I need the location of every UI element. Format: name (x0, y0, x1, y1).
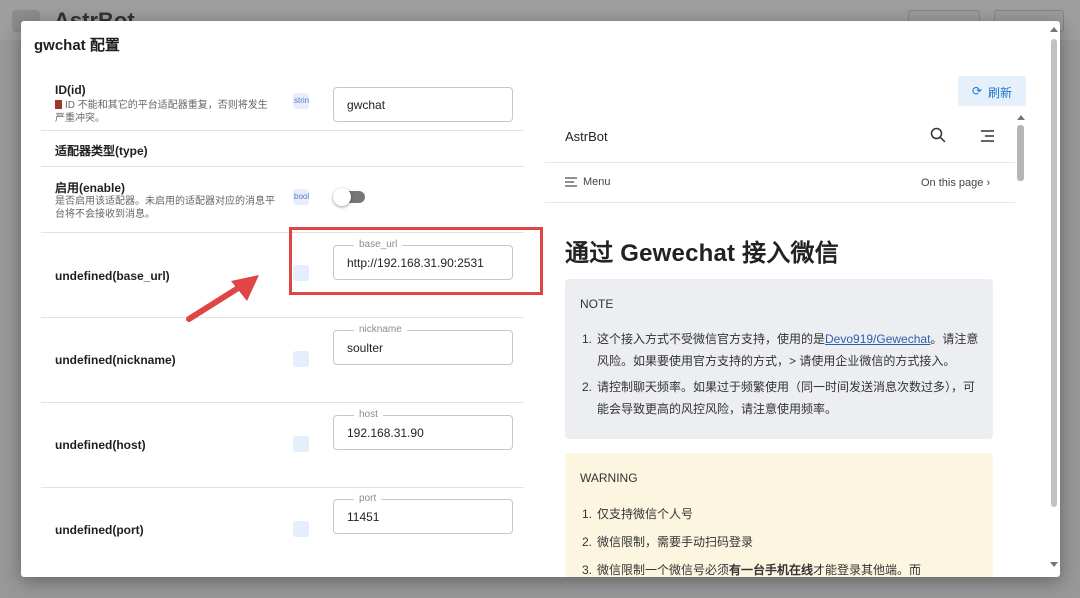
list-item: 1. 仅支持微信个人号 (582, 507, 694, 521)
enable-toggle[interactable] (333, 188, 365, 206)
field-label-enable: 启用(enable) (55, 181, 126, 195)
gewechat-link[interactable]: Devo919/Gewechat (825, 332, 930, 346)
warning-title: WARNING (580, 471, 638, 485)
doc-scrollbar-thumb[interactable] (1017, 125, 1024, 181)
warning-callout: WARNING 1. 仅支持微信个人号 2. 微信限制，需要手动扫码登录 3. 微信限… (565, 453, 993, 577)
refresh-button[interactable]: ⟳ 刷新 (958, 76, 1026, 106)
host-legend: host (354, 409, 383, 420)
field-label-host: undefined(host) (55, 438, 146, 452)
form-row-enable: 启用(enable) 是否启用该适配器。未启用的适配器对应的消息平台将不会接收到… (41, 167, 524, 233)
doc-brand[interactable]: AstrBot (565, 129, 608, 144)
type-chip (293, 521, 309, 537)
scroll-down-icon[interactable] (1050, 562, 1058, 567)
host-value: 192.168.31.90 (347, 426, 424, 440)
nickname-value: soulter (347, 341, 384, 355)
nickname-legend: nickname (354, 324, 407, 335)
form-row-nickname: undefined(nickname) nickname soulter (41, 318, 524, 403)
port-input[interactable]: port 11451 (333, 493, 513, 534)
host-input[interactable]: host 192.168.31.90 (333, 409, 513, 450)
note-callout: NOTE 1. 这个接入方式不受微信官方支持，使用的是Devo919/Gewech… (565, 279, 993, 439)
form-row-port: undefined(port) port 11451 (41, 488, 524, 577)
list-item: 2. 微信限制，需要手动扫码登录 (582, 535, 754, 549)
list-item: 1. 这个接入方式不受微信官方支持，使用的是Devo919/Gewechat。请注… (582, 332, 979, 368)
type-chip-string: string (293, 93, 309, 109)
field-desc-enable: 是否启用该适配器。未启用的适配器对应的消息平台将不会接收到消息。 (55, 196, 275, 220)
dialog-scrollbar[interactable] (1049, 27, 1059, 567)
list-item: 3. 微信限制一个微信号必须有一台手机在线才能登录其他端。而 (582, 563, 922, 577)
form-row-type: 适配器类型(type) (41, 131, 524, 167)
type-chip-bool: bool (293, 189, 309, 205)
toc-menu-icon[interactable] (979, 129, 995, 143)
port-legend: port (354, 493, 382, 504)
on-this-page-button[interactable]: On this page › (921, 177, 990, 189)
hamburger-icon (565, 177, 577, 187)
config-dialog: gwchat 配置 ID(id) ID 不能和其它的平台适配器重复，否则将发生严… (21, 21, 1060, 577)
doc-menu-button[interactable]: Menu (565, 176, 611, 188)
doc-divider (545, 162, 1015, 163)
field-label-type: 适配器类型(type) (55, 144, 148, 158)
id-input-value: gwchat (347, 98, 386, 112)
note-title: NOTE (580, 297, 614, 311)
field-label-base-url: undefined(base_url) (55, 269, 170, 283)
doc-preview: AstrBot Menu On this page › 通过 Gewechat … (545, 121, 1028, 577)
refresh-label: 刷新 (988, 86, 1013, 100)
field-label-nickname: undefined(nickname) (55, 353, 176, 367)
search-icon[interactable] (930, 127, 946, 143)
scroll-up-icon[interactable] (1017, 115, 1025, 120)
type-chip (293, 436, 309, 452)
doc-scrollbar[interactable] (1015, 115, 1027, 577)
chevron-right-icon: › (986, 177, 991, 189)
form-row-id: ID(id) ID 不能和其它的平台适配器重复，否则将发生严重冲突。 strin… (41, 73, 524, 131)
warning-icon (55, 100, 62, 109)
doc-heading: 通过 Gewechat 接入微信 (565, 240, 839, 267)
list-item: 2. 请控制聊天频率。如果过于频繁使用（同一时间发送消息次数过多），可能会导致更高… (582, 380, 976, 416)
refresh-icon: ⟳ (972, 84, 983, 98)
note-list: 1. 这个接入方式不受微信官方支持，使用的是Devo919/Gewechat。请注… (582, 328, 982, 420)
dialog-title: gwchat 配置 (34, 37, 120, 54)
type-chip (293, 351, 309, 367)
nickname-input[interactable]: nickname soulter (333, 324, 513, 365)
scroll-up-icon[interactable] (1050, 27, 1058, 32)
annotation-highlight-box (289, 227, 543, 295)
field-desc-id: ID 不能和其它的平台适配器重复，否则将发生严重冲突。 (55, 100, 268, 124)
annotation-arrow-icon (186, 275, 259, 322)
doc-divider (545, 202, 1015, 203)
field-label-id: ID(id) (55, 83, 86, 97)
form-row-host: undefined(host) host 192.168.31.90 (41, 403, 524, 488)
field-label-port: undefined(port) (55, 523, 144, 537)
toggle-knob (333, 188, 351, 206)
warning-list: 1. 仅支持微信个人号 2. 微信限制，需要手动扫码登录 3. 微信限制一个微信号必须… (582, 500, 982, 577)
port-value: 11451 (347, 510, 380, 524)
dialog-scrollbar-thumb[interactable] (1051, 39, 1057, 507)
id-input[interactable]: gwchat (333, 87, 513, 122)
